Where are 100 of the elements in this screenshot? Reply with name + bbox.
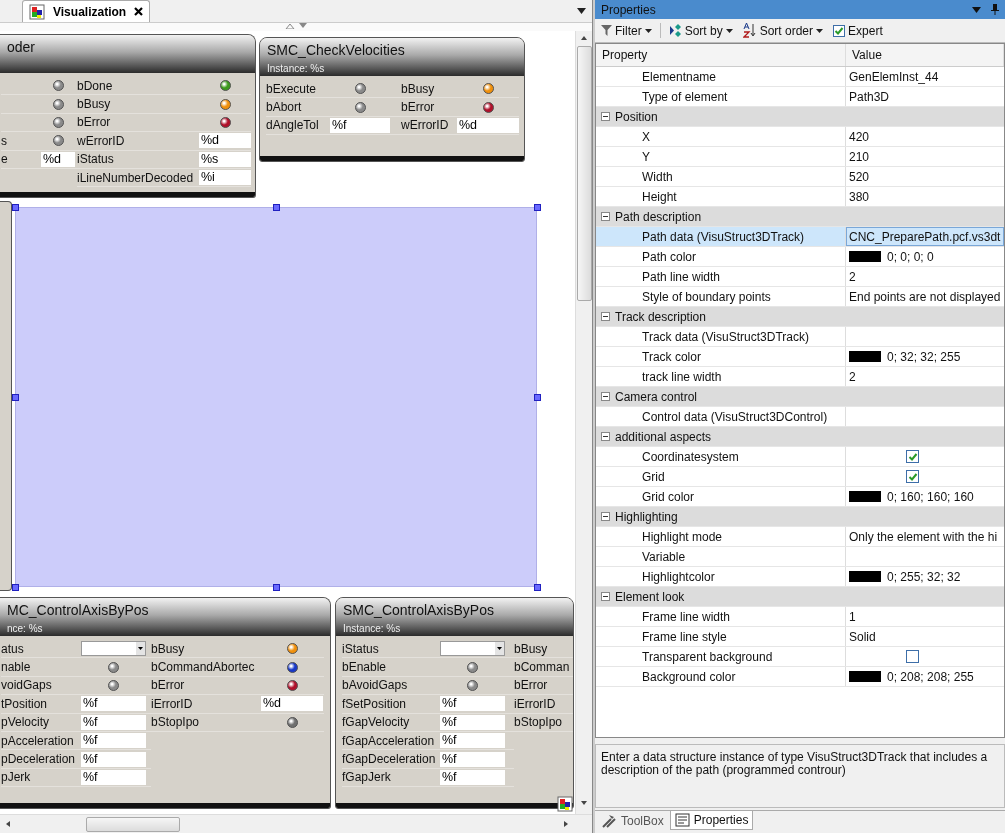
property-name[interactable]: Background color (596, 667, 846, 686)
property-name[interactable]: Track data (VisuStruct3DTrack) (596, 327, 846, 346)
collapse-icon[interactable] (601, 592, 610, 601)
resize-handle[interactable] (11, 583, 19, 591)
color-swatch[interactable] (849, 671, 881, 682)
property-name[interactable]: Transparent background (596, 647, 846, 666)
column-header[interactable]: Property (596, 44, 846, 66)
property-name[interactable]: X (596, 127, 846, 146)
input-field[interactable]: %f (81, 696, 146, 712)
resize-handle[interactable] (533, 203, 541, 211)
expert-checkbox[interactable]: Expert (831, 22, 885, 39)
input-field[interactable]: %d (199, 133, 251, 149)
column-header[interactable]: Value (846, 44, 1004, 66)
property-name[interactable]: Type of element (596, 87, 846, 106)
property-name[interactable]: Frame line style (596, 627, 846, 646)
property-value[interactable]: 2 (849, 369, 856, 384)
input-field[interactable]: %d (457, 117, 519, 133)
property-value[interactable]: 0; 32; 32; 255 (887, 349, 961, 364)
checkbox[interactable] (906, 650, 919, 663)
panel-tab[interactable]: ToolBox (597, 811, 668, 830)
property-name[interactable]: Control data (VisuStruct3DControl) (596, 407, 846, 426)
property-value[interactable]: 1 (849, 609, 856, 624)
property-value[interactable]: 2 (849, 269, 856, 284)
dropdown-arrow-icon[interactable] (577, 8, 586, 14)
input-field[interactable]: %f (81, 751, 146, 767)
color-swatch[interactable] (849, 351, 881, 362)
collapse-icon[interactable] (601, 312, 610, 321)
dropdown-field[interactable] (81, 641, 146, 657)
scroll-right-icon[interactable] (562, 820, 570, 828)
scroll-left-icon[interactable] (4, 820, 12, 828)
scroll-up-icon[interactable] (580, 34, 588, 42)
property-name[interactable]: Elementname (596, 67, 846, 86)
property-name[interactable]: Highlight mode (596, 527, 846, 546)
category-row[interactable]: additional aspects (596, 427, 1004, 447)
resize-handle[interactable] (11, 393, 19, 401)
scroll-down-icon[interactable] (580, 799, 588, 807)
property-value[interactable]: End points are not displayed (849, 289, 1001, 304)
property-value[interactable]: 0; 0; 0; 0 (887, 249, 934, 264)
property-name[interactable]: Highlightcolor (596, 567, 846, 586)
sort-order-button[interactable]: Sort order (740, 22, 826, 39)
property-value[interactable]: Only the element with the hi (849, 529, 998, 544)
input-field[interactable]: %f (440, 696, 505, 712)
checkbox[interactable] (906, 470, 919, 483)
property-value[interactable]: 380 (849, 189, 870, 204)
property-name[interactable]: Height (596, 187, 846, 206)
category-row[interactable]: Camera control (596, 387, 1004, 407)
input-field[interactable]: %f (81, 769, 146, 785)
visualization-icon[interactable] (557, 796, 573, 812)
input-field[interactable]: %i (199, 170, 251, 186)
property-name[interactable]: Width (596, 167, 846, 186)
checkbox[interactable] (906, 450, 919, 463)
property-name[interactable]: Track color (596, 347, 846, 366)
property-value[interactable]: 0; 160; 160; 160 (887, 489, 974, 504)
property-name[interactable]: Path data (VisuStruct3DTrack) (596, 227, 846, 246)
input-field[interactable]: %d (41, 151, 75, 167)
collapse-icon[interactable] (601, 392, 610, 401)
property-name[interactable]: Grid (596, 467, 846, 486)
property-value[interactable]: GenElemInst_44 (849, 69, 939, 84)
editor-tab[interactable]: Visualization (22, 0, 151, 22)
panel-tab[interactable]: Properties (669, 811, 754, 830)
property-name[interactable]: track line width (596, 367, 846, 386)
input-field[interactable]: %f (330, 117, 390, 133)
resize-handle[interactable] (272, 583, 280, 591)
category-row[interactable]: Element look (596, 587, 1004, 607)
category-row[interactable]: Path description (596, 207, 1004, 227)
property-name[interactable]: Grid color (596, 487, 846, 506)
property-name[interactable]: Path color (596, 247, 846, 266)
property-value[interactable]: 210 (849, 149, 870, 164)
property-value[interactable]: Path3D (849, 89, 890, 104)
sort-by-button[interactable]: Sort by (666, 22, 735, 39)
resize-handle[interactable] (272, 203, 280, 211)
color-swatch[interactable] (849, 251, 881, 262)
property-value[interactable]: 520 (849, 169, 870, 184)
collapse-icon[interactable] (601, 512, 610, 521)
pin-icon[interactable] (991, 4, 999, 15)
filter-button[interactable]: Filter (599, 22, 654, 39)
property-value[interactable]: 0; 208; 208; 255 (887, 669, 974, 684)
property-value[interactable]: 420 (849, 129, 870, 144)
color-swatch[interactable] (849, 571, 881, 582)
collapse-icon[interactable] (601, 112, 610, 121)
color-swatch[interactable] (849, 491, 881, 502)
input-field[interactable]: %f (440, 769, 505, 785)
property-name[interactable]: Variable (596, 547, 846, 566)
property-name[interactable]: Coordinatesystem (596, 447, 846, 466)
scrollbar-thumb[interactable] (86, 816, 180, 832)
category-row[interactable]: Track description (596, 307, 1004, 327)
input-field[interactable]: %d (261, 696, 323, 712)
input-field[interactable]: %s (199, 151, 251, 167)
resize-handle[interactable] (533, 583, 541, 591)
collapse-icon[interactable] (601, 212, 610, 221)
resize-handle[interactable] (533, 393, 541, 401)
category-row[interactable]: Highlighting (596, 507, 1004, 527)
input-field[interactable]: %f (440, 751, 505, 767)
property-name[interactable]: Frame line width (596, 607, 846, 626)
collapse-icon[interactable] (601, 432, 610, 441)
dropdown-field[interactable] (440, 641, 505, 657)
close-icon[interactable] (134, 7, 144, 16)
resize-handle[interactable] (11, 203, 19, 211)
category-row[interactable]: Position (596, 107, 1004, 127)
property-value[interactable]: 0; 255; 32; 32 (887, 569, 961, 584)
